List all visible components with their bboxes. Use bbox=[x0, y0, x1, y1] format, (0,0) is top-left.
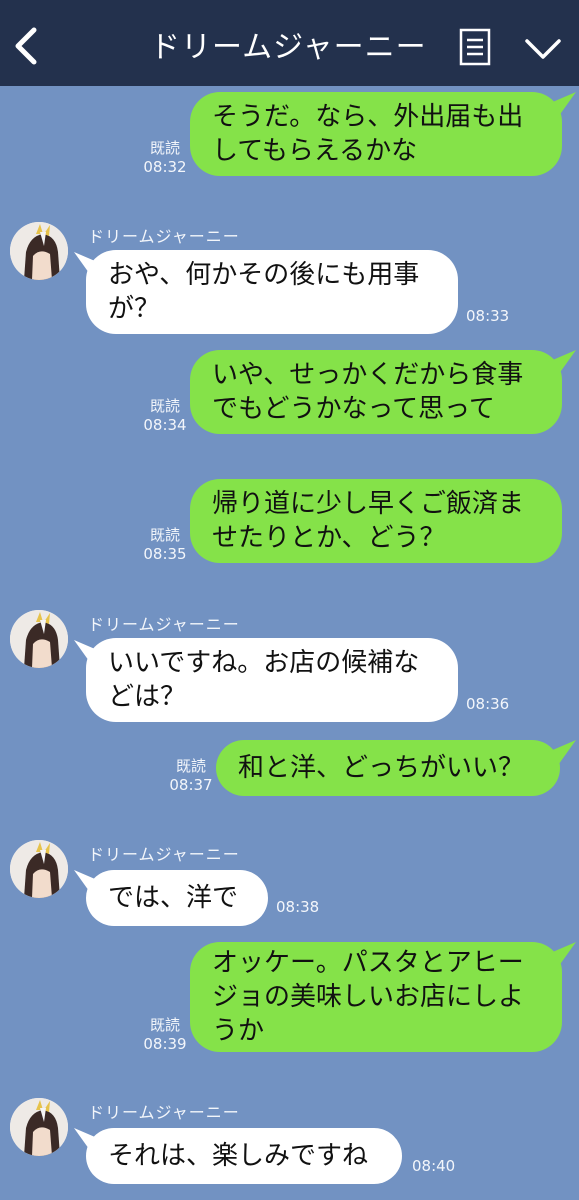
bubble-tail bbox=[548, 92, 576, 120]
message-time: 08:37 bbox=[169, 776, 213, 794]
message-text-line: いや、せっかくだから食事 bbox=[212, 360, 524, 390]
bubble-tail bbox=[548, 350, 576, 378]
message-meta: 既読 08:32 bbox=[142, 139, 188, 177]
message-bubble[interactable]: おや、何かその後にも用事 が？ bbox=[86, 250, 458, 334]
message-text-line: 帰り道に少し早くご飯済ま bbox=[212, 489, 525, 519]
message-text-line: 和と洋、どっちがいい？ bbox=[238, 753, 525, 783]
message-bubble[interactable]: では、洋で bbox=[86, 870, 268, 926]
menu-icon[interactable] bbox=[459, 28, 491, 66]
message-text-line: おや、何かその後にも用事 bbox=[108, 260, 420, 290]
message-text-line: それは、楽しみですね bbox=[108, 1141, 369, 1171]
read-receipt: 既読 bbox=[149, 526, 180, 544]
message-meta: 既読 08:34 bbox=[142, 397, 188, 435]
bubble-tail bbox=[548, 942, 576, 970]
message-text-line: うか bbox=[212, 1016, 265, 1046]
message-text-line: が？ bbox=[108, 294, 161, 324]
message-bubble[interactable]: いいですね。お店の候補な どは？ bbox=[86, 638, 458, 722]
message-text-line: ジョの美味しいお店にしよ bbox=[212, 982, 525, 1012]
sender-name: ドリームジャーニー bbox=[88, 1103, 240, 1122]
sender-name: ドリームジャーニー bbox=[88, 227, 240, 246]
message-bubble[interactable]: そうだ。なら、外出届も出 してもらえるかな bbox=[190, 92, 562, 176]
message-text-line: せたりとか、どう？ bbox=[212, 523, 446, 553]
message-text-line: してもらえるかな bbox=[212, 136, 418, 166]
message-time: 08:40 bbox=[412, 1157, 456, 1175]
message-bubble[interactable]: オッケー。パスタとアヒー ジョの美味しいお店にしよ うか bbox=[190, 942, 562, 1052]
message-meta: 既読 08:37 bbox=[168, 757, 214, 795]
message-time: 08:35 bbox=[143, 545, 187, 563]
message-text-line: では、洋で bbox=[108, 883, 239, 913]
chat-title: ドリームジャーニー bbox=[150, 30, 427, 65]
avatar[interactable] bbox=[10, 840, 68, 898]
message-time: 08:34 bbox=[143, 416, 187, 434]
chevron-left-icon[interactable] bbox=[12, 26, 42, 66]
message-text-line: そうだ。なら、外出届も出 bbox=[212, 102, 524, 132]
message-bubble[interactable]: いや、せっかくだから食事 でもどうかなって思って bbox=[190, 350, 562, 434]
read-receipt: 既読 bbox=[149, 1016, 180, 1034]
read-receipt: 既読 bbox=[149, 397, 180, 415]
message-time: 08:39 bbox=[143, 1035, 187, 1053]
message-text-line: オッケー。パスタとアヒー bbox=[212, 948, 524, 978]
chat-header: ドリームジャーニー bbox=[0, 0, 579, 86]
message-time: 08:32 bbox=[143, 158, 187, 176]
avatar[interactable] bbox=[10, 610, 68, 668]
avatar[interactable] bbox=[10, 1098, 68, 1156]
message-bubble[interactable]: 帰り道に少し早くご飯済ま せたりとか、どう？ bbox=[190, 479, 562, 563]
message-time: 08:33 bbox=[466, 307, 510, 325]
message-meta: 既読 08:35 bbox=[142, 526, 188, 564]
read-receipt: 既読 bbox=[175, 757, 206, 775]
sender-name: ドリームジャーニー bbox=[88, 845, 240, 864]
sender-name: ドリームジャーニー bbox=[88, 615, 240, 634]
message-meta: 既読 08:39 bbox=[142, 1016, 188, 1054]
bubble-tail bbox=[548, 740, 576, 768]
message-bubble[interactable]: それは、楽しみですね bbox=[86, 1128, 402, 1184]
message-time: 08:38 bbox=[276, 898, 320, 916]
read-receipt: 既読 bbox=[149, 139, 180, 157]
message-bubble[interactable]: 和と洋、どっちがいい？ bbox=[216, 740, 560, 796]
message-text-line: どは？ bbox=[108, 682, 187, 712]
avatar[interactable] bbox=[10, 222, 68, 280]
message-time: 08:36 bbox=[466, 695, 510, 713]
message-text-line: いいですね。お店の候補な bbox=[108, 648, 420, 678]
message-text-line: でもどうかなって思って bbox=[212, 394, 495, 424]
chevron-down-icon[interactable] bbox=[524, 36, 562, 62]
